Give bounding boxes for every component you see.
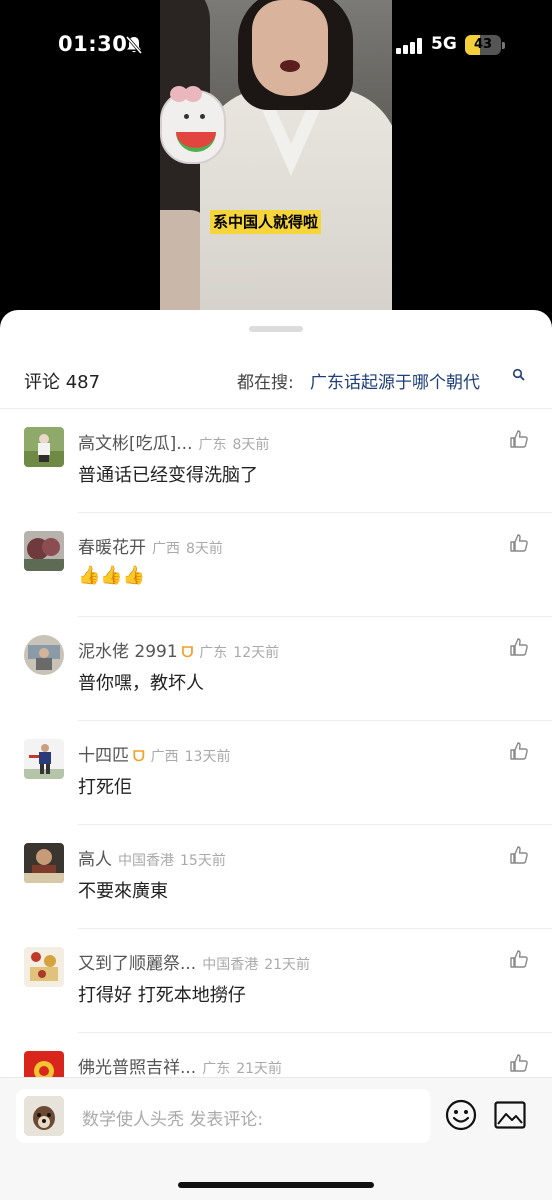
- thumbs-up-icon[interactable]: [509, 845, 529, 865]
- comments-header: 评论 487 都在搜: 广东话起源于哪个朝代: [0, 360, 552, 400]
- comment-item[interactable]: 十四匹 ᗜ 广西 13天前 打死佢: [0, 721, 552, 825]
- comment-location: 中国香港: [202, 957, 259, 973]
- comment-location: 广西: [152, 541, 180, 557]
- comments-title: 评论 487: [24, 372, 101, 393]
- cat-sticker: [160, 86, 226, 164]
- thumbs-up-icon[interactable]: [509, 429, 529, 449]
- comments-sheet: 评论 487 都在搜: 广东话起源于哪个朝代 高文彬[吃瓜]... 广东 8天前 普…: [0, 310, 552, 1200]
- comment-author[interactable]: 高人 中国香港 15天前: [78, 845, 226, 870]
- comment-location: 广东: [202, 1061, 231, 1077]
- sticker-eye: [184, 114, 189, 119]
- avatar[interactable]: [24, 947, 64, 987]
- trending-search-label: 都在搜:: [237, 373, 294, 393]
- avatar[interactable]: [24, 531, 64, 571]
- status-bar: 01:30 5G 43: [0, 0, 552, 90]
- user-badge-icon: ᗜ: [181, 645, 194, 661]
- comment-time: 15天前: [180, 853, 226, 869]
- comment-author[interactable]: 又到了顺麗祭... 中国香港 21天前: [78, 949, 310, 974]
- network-type: 5G: [431, 34, 457, 54]
- author-name[interactable]: 泥水佬 2991: [78, 642, 178, 662]
- comment-time: 12天前: [233, 645, 280, 661]
- comment-input[interactable]: 数学使人头秃 发表评论:: [16, 1089, 430, 1143]
- comment-input-bar: 数学使人头秃 发表评论:: [0, 1077, 552, 1200]
- user-badge-icon: ᗜ: [133, 749, 145, 765]
- comment-text: 👍👍👍: [78, 565, 146, 586]
- author-name[interactable]: 佛光普照吉祥...: [78, 1058, 196, 1078]
- comment-item[interactable]: 又到了顺麗祭... 中国香港 21天前 打得好 打死本地撈仔: [0, 929, 552, 1033]
- comment-location: 广东: [198, 437, 227, 453]
- comment-time: 21天前: [236, 1061, 283, 1077]
- status-time: 01:30: [58, 32, 128, 56]
- comment-text: 普通话已经变得洗脑了: [78, 465, 258, 486]
- author-name[interactable]: 春暖花开: [78, 538, 146, 558]
- comment-text: 打得好 打死本地撈仔: [78, 985, 246, 1006]
- comment-author[interactable]: 佛光普照吉祥... 广东 21天前: [78, 1053, 282, 1078]
- avatar[interactable]: [24, 635, 64, 675]
- author-name[interactable]: 又到了顺麗祭...: [78, 954, 196, 974]
- home-indicator: [178, 1182, 374, 1188]
- author-name[interactable]: 高人: [78, 850, 112, 870]
- video-subtitle: 系中国人就得啦: [210, 210, 322, 234]
- comment-time: 21天前: [264, 957, 311, 973]
- thumbs-up-icon[interactable]: [509, 1053, 529, 1073]
- comment-author[interactable]: 泥水佬 2991 ᗜ 广东 12天前: [78, 637, 279, 662]
- avatar[interactable]: [24, 843, 64, 883]
- thumbs-up-icon[interactable]: [509, 949, 529, 969]
- comment-time: 13天前: [184, 749, 231, 765]
- drag-handle[interactable]: [249, 326, 303, 332]
- comment-text: 普你嘿，教坏人: [78, 673, 204, 694]
- comment-location: 中国香港: [118, 853, 174, 869]
- battery-level: 43: [473, 37, 493, 52]
- thumbs-up-icon[interactable]: [509, 637, 529, 657]
- comment-item[interactable]: 泥水佬 2991 ᗜ 广东 12天前 普你嘿，教坏人: [0, 617, 552, 721]
- comment-author[interactable]: 春暖花开 广西 8天前: [78, 533, 223, 558]
- author-name[interactable]: 十四匹: [78, 746, 129, 766]
- thumbs-up-icon[interactable]: [509, 533, 529, 553]
- comment-item[interactable]: 高文彬[吃瓜]... 广东 8天前 普通话已经变得洗脑了: [0, 409, 552, 513]
- trending-search-link[interactable]: 广东话起源于哪个朝代: [310, 368, 480, 393]
- comment-input-placeholder: 数学使人头秃 发表评论:: [82, 1110, 264, 1130]
- avatar[interactable]: [24, 739, 64, 779]
- bell-off-icon: [125, 36, 143, 54]
- comment-item[interactable]: 春暖花开 广西 8天前 👍👍👍: [0, 513, 552, 617]
- comment-text: 不要來廣東: [78, 881, 168, 902]
- search-icon[interactable]: [512, 368, 526, 382]
- sticker-watermelon: [176, 132, 216, 152]
- comment-item[interactable]: 高人 中国香港 15天前 不要來廣東: [0, 825, 552, 929]
- battery-icon: 43: [465, 35, 501, 55]
- image-icon[interactable]: [494, 1101, 526, 1129]
- comment-author[interactable]: 十四匹 ᗜ 广西 13天前: [78, 741, 230, 766]
- comment-location: 广东: [199, 645, 228, 661]
- my-avatar: [24, 1096, 64, 1136]
- comment-text: 打死佢: [78, 777, 132, 798]
- author-name[interactable]: 高文彬[吃瓜]...: [78, 434, 192, 454]
- avatar[interactable]: [24, 427, 64, 467]
- signal-strength-icon: [396, 38, 424, 54]
- thumbs-up-icon[interactable]: [509, 741, 529, 761]
- comment-author[interactable]: 高文彬[吃瓜]... 广东 8天前: [78, 429, 269, 454]
- comment-location: 广西: [150, 749, 179, 765]
- sticker-eye: [200, 114, 205, 119]
- smiley-icon[interactable]: [445, 1099, 477, 1131]
- comment-time: 8天前: [232, 437, 270, 453]
- comment-time: 8天前: [186, 541, 223, 557]
- battery-tip: [502, 42, 505, 49]
